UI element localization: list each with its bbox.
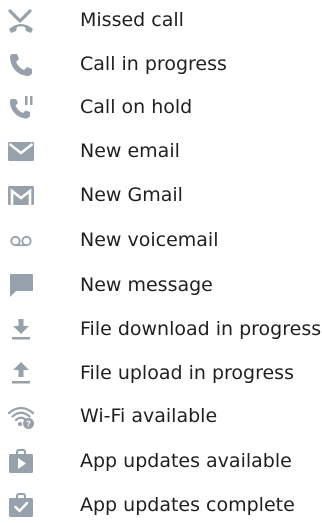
legend-row-new-message: New message (0, 267, 322, 303)
legend-row-wifi-available: ? Wi-Fi available (0, 398, 322, 434)
new-email-icon (7, 137, 35, 165)
new-voicemail-icon (7, 226, 35, 254)
wifi-available-icon: ? (7, 402, 35, 430)
missed-call-icon (7, 6, 35, 34)
legend-row-call-on-hold: Call on hold (0, 89, 322, 125)
legend-label: Wi-Fi available (80, 405, 218, 427)
legend-label: New voicemail (80, 229, 219, 251)
legend-label: New email (80, 140, 180, 162)
svg-text:?: ? (26, 420, 31, 429)
legend-label: Call in progress (80, 53, 227, 75)
new-gmail-icon (7, 181, 35, 209)
app-updates-available-icon (7, 447, 35, 475)
new-message-icon (7, 271, 35, 299)
legend-label: New message (80, 274, 213, 296)
file-upload-icon (7, 359, 35, 387)
legend-label: File download in progress (80, 318, 322, 340)
legend-row-new-email: New email (0, 133, 322, 169)
legend-row-new-voicemail: New voicemail (0, 222, 322, 258)
legend-label: App updates available (80, 450, 292, 472)
legend-label: New Gmail (80, 184, 183, 206)
legend-row-missed-call: Missed call (0, 2, 322, 38)
legend-row-file-upload: File upload in progress (0, 355, 322, 391)
call-in-progress-icon (7, 50, 35, 78)
file-download-icon (7, 315, 35, 343)
legend-row-call-in-progress: Call in progress (0, 46, 322, 82)
call-on-hold-icon (7, 93, 35, 121)
legend-row-app-updates-complete: App updates complete (0, 487, 322, 523)
legend-row-file-download: File download in progress (0, 311, 322, 347)
app-updates-complete-icon (7, 491, 35, 519)
legend-row-new-gmail: New Gmail (0, 177, 322, 213)
legend-label: Call on hold (80, 96, 193, 118)
legend-row-app-updates-available: App updates available (0, 443, 322, 479)
legend-label: File upload in progress (80, 362, 294, 384)
legend-label: Missed call (80, 9, 184, 31)
status-icon-legend: Missed call Call in progress Call on hol… (0, 0, 322, 517)
legend-label: App updates complete (80, 494, 295, 516)
